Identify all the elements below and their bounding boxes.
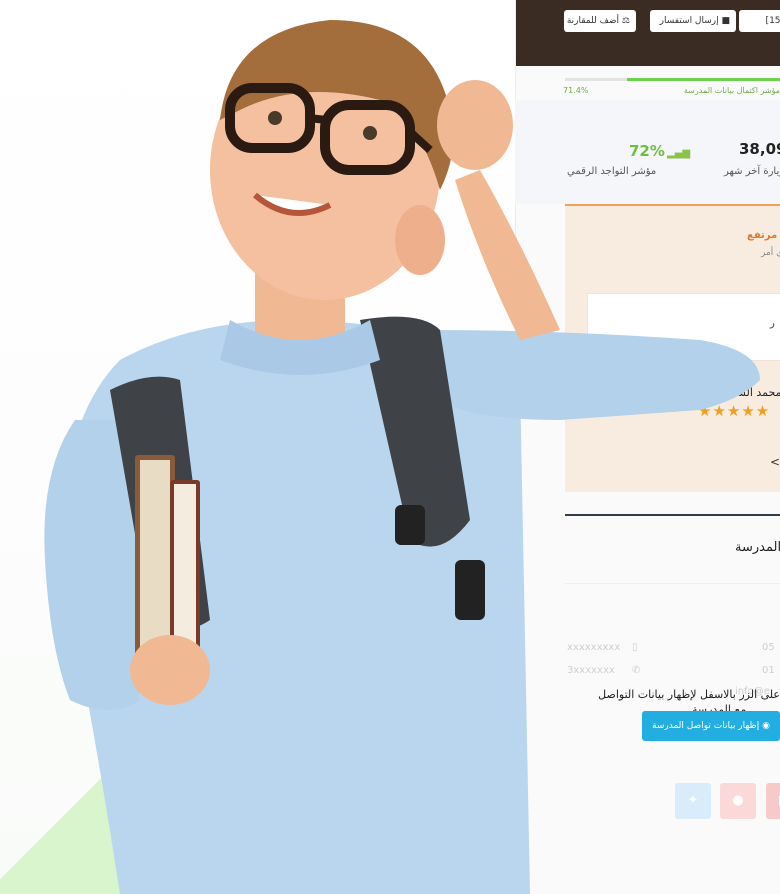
digital-presence-value: 72% [629, 142, 665, 160]
contact-top-border [565, 514, 780, 516]
next-review-button[interactable]: < [770, 455, 780, 469]
show-contact-button[interactable]: ◉ إظهار بيانات تواصل المدرسة [642, 711, 780, 741]
blurred-phone-1-right: 05 [762, 642, 775, 653]
reviewer-name: محمد السو [731, 386, 780, 399]
contact-separator [565, 583, 780, 584]
blurred-phone-2-right: 01 [762, 665, 775, 676]
phone-icon: ✆ [632, 665, 641, 676]
twitter-icon: ✦ [687, 793, 699, 808]
eye-icon: ◉ [762, 721, 770, 731]
pinterest-icon: ● [732, 793, 744, 808]
progress-track [565, 78, 780, 81]
blurred-phone-1: xxxxxxxxx [567, 642, 621, 653]
review-card-text: ر [770, 318, 775, 329]
pinterest-share-button[interactable]: ● [720, 783, 756, 819]
twitter-share-button[interactable]: ✦ [675, 783, 711, 819]
bar-chart-icon: ▂▄▆ [667, 148, 691, 159]
contact-info-text-line-1: على الزر بالاسفل لإظهار بيانات التواصل [598, 688, 780, 701]
completion-progress: 71.4% مؤشر اكتمال بيانات المدرسة [515, 78, 780, 98]
digital-presence-label: مؤشر التواجد الرقمي [567, 166, 657, 177]
decorative-green-shape [0, 734, 160, 894]
share-button[interactable]: ■ [766, 783, 780, 819]
visits-value: 38,090 [739, 140, 780, 158]
review-card [587, 293, 780, 361]
progress-fill [626, 78, 780, 81]
contact-section-title: المدرسة [735, 540, 780, 555]
share-icon: ■ [766, 783, 780, 819]
progress-label: مؤشر اكتمال بيانات المدرسة [683, 86, 780, 95]
mobile-icon: ▯ [632, 642, 638, 653]
visits-label: زيارة آخر شهر [724, 166, 780, 177]
progress-percent: 71.4% [563, 86, 589, 95]
rating-stars: ★★★★★ [698, 402, 771, 420]
page: ⚖ أضف للمقارنة ■ إرسال استفسار سة [154] … [0, 0, 780, 894]
review-subtitle: ي أمر [761, 248, 780, 258]
show-contact-label: إظهار بيانات تواصل المدرسة [652, 721, 760, 731]
blurred-phone-2: 3xxxxxxx [567, 665, 615, 676]
review-title: مرتفع [747, 230, 778, 241]
